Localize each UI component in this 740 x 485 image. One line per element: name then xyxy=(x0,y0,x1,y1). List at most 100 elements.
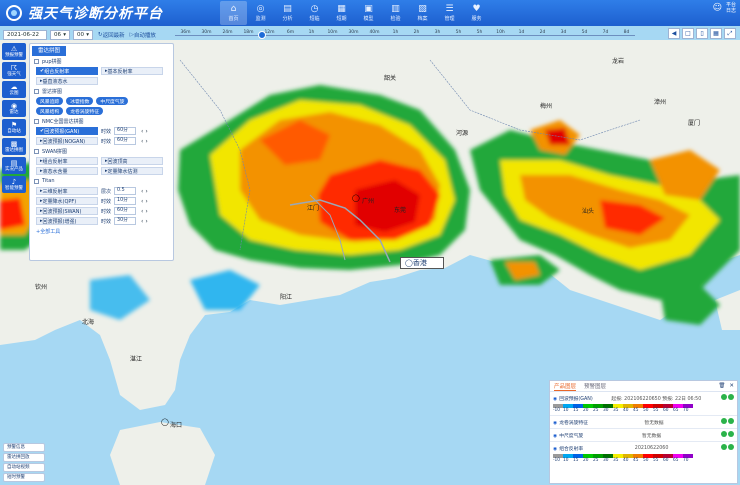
nav-model[interactable]: ▣ 模型 xyxy=(355,1,382,25)
fullscreen-icon[interactable]: ⤢ xyxy=(724,28,736,39)
basic-toggle[interactable]: ▸ 基本反射率 xyxy=(101,67,163,75)
timeline-tick[interactable]: 1h xyxy=(301,30,322,35)
timeline-slider[interactable]: 36m 30m 24m 18m 12m 6m 1h 10m 30m 40m 1h 2h 3h 5h 5h 10… xyxy=(175,29,635,40)
refresh-latest-button[interactable]: ↻ 返回最新 xyxy=(98,31,125,39)
checkbox[interactable] xyxy=(34,118,39,124)
city-marker-guangzhou[interactable]: ◯ xyxy=(352,194,360,202)
layout-double-icon[interactable]: ▯ xyxy=(696,28,708,39)
lead-time-select[interactable]: 60分 xyxy=(114,137,137,145)
composite-toggle[interactable]: ✔ 组合反射率 xyxy=(36,67,98,75)
eye-icon[interactable]: ◉ xyxy=(553,434,557,439)
lead-time-select[interactable]: 60分 xyxy=(114,127,137,135)
titan-toggle[interactable]: ▸ 回波预报(增强) xyxy=(36,217,98,225)
user-menu[interactable]: 平台 日志 xyxy=(726,2,736,14)
chevron-right-icon[interactable]: › xyxy=(145,128,147,135)
eye-icon[interactable]: ◉ xyxy=(553,421,557,426)
left-btn-mosaic[interactable]: ▩ 雷达拼图 xyxy=(2,138,26,155)
nav-verify[interactable]: ▥ 检验 xyxy=(382,1,409,25)
timeline-tick[interactable]: 5h xyxy=(448,30,469,35)
timeline-tick[interactable]: 40m xyxy=(364,30,385,35)
nav-nowcast[interactable]: ◷ 短临 xyxy=(301,1,328,25)
timeline-tick[interactable]: 6m xyxy=(280,30,301,35)
titan-toggle[interactable]: ▸ 回波预报(SWAN) xyxy=(36,207,98,215)
chevron-right-icon[interactable]: › xyxy=(145,198,147,205)
left-btn-cloud[interactable]: ☁ 云图 xyxy=(2,81,26,98)
timeline-tick[interactable]: 5h xyxy=(469,30,490,35)
chevron-left-icon[interactable]: ‹ xyxy=(141,128,143,135)
chevron-left-icon[interactable]: ‹ xyxy=(141,138,143,145)
chevron-right-icon[interactable]: › xyxy=(145,188,147,195)
trash-icon[interactable]: 🗑 xyxy=(718,383,725,389)
next-icon[interactable] xyxy=(727,444,734,450)
timeline-tick[interactable]: 24m xyxy=(217,30,238,35)
layout-single-icon[interactable]: □ xyxy=(682,28,694,39)
nav-monitor[interactable]: ◎ 监测 xyxy=(247,1,274,25)
timeline-tick[interactable]: 2d xyxy=(532,30,553,35)
left-btn-severe[interactable]: ☈ 强天气 xyxy=(2,62,26,79)
autoplay-button[interactable]: ▷ 自动播放 xyxy=(130,31,156,39)
titan-toggle[interactable]: ▸ 三维反射率 xyxy=(36,187,98,195)
nav-manage[interactable]: ☰ 管理 xyxy=(436,1,463,25)
nav-home[interactable]: ⌂ 首页 xyxy=(220,1,247,25)
pill-storm-structure[interactable]: 风暴结构 xyxy=(36,107,64,115)
timeline-tick[interactable]: 3d xyxy=(553,30,574,35)
chevron-left-icon[interactable]: ‹ xyxy=(141,208,143,215)
close-icon[interactable]: ✕ xyxy=(729,383,734,389)
prev-icon[interactable] xyxy=(720,431,727,437)
timeline-tick[interactable]: 1d xyxy=(511,30,532,35)
checkbox[interactable] xyxy=(34,88,39,94)
station-video-button[interactable]: 自动站视频 xyxy=(3,463,45,472)
next-icon[interactable] xyxy=(728,418,734,424)
checkbox[interactable] xyxy=(34,58,39,64)
timeline-tick[interactable]: 3h xyxy=(427,30,448,35)
titan-toggle[interactable]: ▸ 定量降水(QPF) xyxy=(36,197,98,205)
layer-row-quality[interactable]: 雷达拼图 xyxy=(30,86,173,96)
chevron-right-icon[interactable]: › xyxy=(145,208,147,215)
lead-time-select[interactable]: 30分 xyxy=(114,217,137,225)
nav-service[interactable]: ♥ 服务 xyxy=(463,1,490,25)
layer-row-pup[interactable]: pup拼图 xyxy=(30,56,173,66)
tab-radar-mosaic[interactable]: 雷达拼图 xyxy=(32,46,67,56)
city-marker-haikou[interactable]: ◯ xyxy=(161,418,169,426)
left-btn-forecast[interactable]: ⚠ 预报预警 xyxy=(2,43,26,60)
sound-icon[interactable]: ◀ xyxy=(668,28,680,39)
timeline-tick[interactable]: 10h xyxy=(490,30,511,35)
timeline-tick[interactable]: 36m xyxy=(175,30,196,35)
layer-row-swan[interactable]: SWAN拼图 xyxy=(30,146,173,156)
tab-warning-layer[interactable]: 预警图层 xyxy=(584,382,606,390)
left-btn-smart[interactable]: ♪ 智能预警 xyxy=(2,176,26,193)
pill-storm-track[interactable]: 风暴追踪 xyxy=(36,97,64,105)
checkbox[interactable] xyxy=(34,178,39,184)
layer-row-titan[interactable]: Titan xyxy=(30,176,173,186)
nav-archive[interactable]: ▧ 档案 xyxy=(409,1,436,25)
checkbox[interactable] xyxy=(34,148,39,154)
user-icon[interactable]: ☺ xyxy=(713,3,722,14)
prev-icon[interactable] xyxy=(721,394,727,400)
chevron-right-icon[interactable]: › xyxy=(145,218,147,225)
chevron-left-icon[interactable]: ‹ xyxy=(141,198,143,205)
eye-icon[interactable]: ◉ xyxy=(553,447,557,452)
chevron-left-icon[interactable]: ‹ xyxy=(141,218,143,225)
timeline-tick[interactable]: 8d xyxy=(616,30,637,35)
timeline-tick[interactable]: 10m xyxy=(322,30,343,35)
short-warning-button[interactable]: 短时预警 xyxy=(3,473,45,482)
nav-shortterm[interactable]: ▦ 短期 xyxy=(328,1,355,25)
minute-select[interactable]: 00 ▾ xyxy=(73,29,93,40)
next-icon[interactable] xyxy=(727,431,734,437)
level-select[interactable]: 0.5 xyxy=(114,187,137,195)
lead-time-select[interactable]: 60分 xyxy=(114,207,137,215)
timeline-tick[interactable]: 30m xyxy=(343,30,364,35)
echotop-toggle[interactable]: ▸ 垂直液态水 xyxy=(36,77,98,85)
layer-row-nmc[interactable]: NMC全国雷达拼图 xyxy=(30,116,173,126)
hour-select[interactable]: 06 ▾ xyxy=(50,29,70,40)
left-btn-station[interactable]: ⚑ 自动站 xyxy=(2,119,26,136)
prev-icon[interactable] xyxy=(721,418,727,424)
swan-echotop-toggle[interactable]: ▸ 回波顶高 xyxy=(101,157,163,165)
swan-vil-toggle[interactable]: ▸ 液态水含量 xyxy=(36,167,98,175)
timeline-tick[interactable]: 18m xyxy=(238,30,259,35)
layout-quad-icon[interactable]: ▦ xyxy=(710,28,722,39)
left-btn-products[interactable]: ▤ 实况产品 xyxy=(2,157,26,174)
timeline-tick[interactable]: 5d xyxy=(574,30,595,35)
chevron-right-icon[interactable]: › xyxy=(145,138,147,145)
lead-time-select[interactable]: 10分 xyxy=(114,197,137,205)
